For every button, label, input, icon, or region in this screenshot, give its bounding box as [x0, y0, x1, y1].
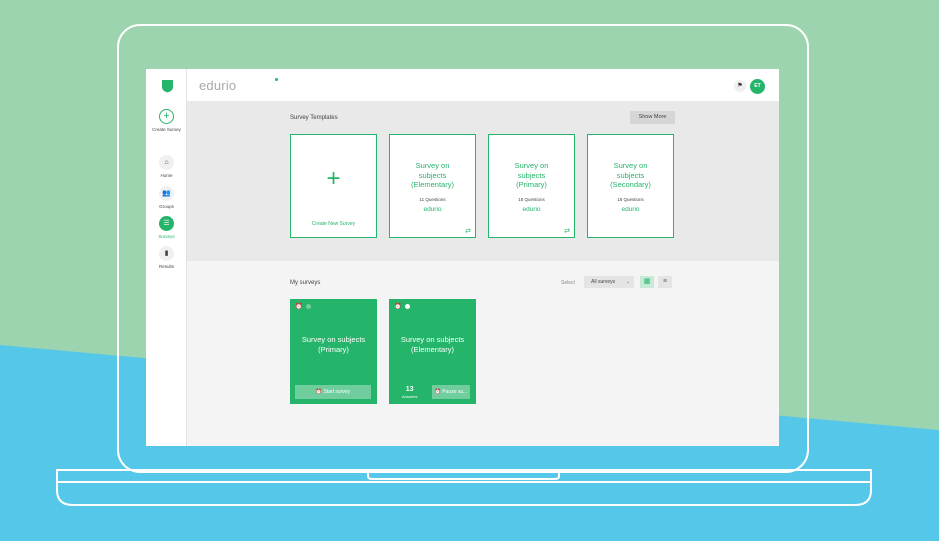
template-brand: edurio	[423, 205, 442, 213]
survey-title: Survey on subjects (Elementary)	[400, 335, 465, 354]
template-brand: edurio	[621, 205, 640, 213]
home-icon: ⌂	[159, 155, 174, 170]
template-card[interactable]: Survey on subjects (Secondary) 18 Questi…	[587, 134, 674, 238]
answers-counter: 13 Answers	[402, 386, 417, 399]
select-value: All surveys	[591, 279, 616, 285]
select-label: Select	[561, 280, 575, 286]
button-label: Pause su...	[442, 389, 468, 395]
template-card[interactable]: Survey on subjects (Elementary) 11 Quest…	[389, 134, 476, 238]
template-title: Survey on subjects (Secondary)	[610, 161, 651, 189]
sidebar-item-surveys[interactable]: ☰ Surveys	[146, 216, 187, 239]
card-status: ⏰	[394, 304, 411, 311]
create-survey-button[interactable]: + Create Survey	[146, 109, 187, 132]
sidebar-item-label: Home	[160, 173, 173, 178]
sidebar-item-results[interactable]: ▮ Results	[146, 246, 187, 269]
sidebar-item-home[interactable]: ⌂ Home	[146, 155, 187, 178]
section-title: Survey Templates	[290, 115, 338, 121]
brand-name: edurio	[199, 78, 237, 93]
surveys-icon: ☰	[159, 216, 174, 231]
sidebar-item-groups[interactable]: 👥 Groups	[146, 186, 187, 209]
question-count: 18 Questions	[518, 196, 545, 202]
question-count: 11 Questions	[419, 196, 446, 202]
survey-card[interactable]: ⏰ Survey on subjects (Elementary) 13 Ans…	[389, 299, 476, 404]
status-dot	[405, 304, 411, 309]
list-view-icon[interactable]: ≡	[658, 276, 672, 288]
top-bar: edurio ⚑ ET	[187, 69, 779, 101]
sidebar-item-label: Surveys	[158, 234, 175, 239]
my-surveys-section: My surveys Select All surveys ⌄ ▦ ≡ ⏰ Su…	[187, 261, 779, 446]
create-new-survey-card[interactable]: + Create New Survey	[290, 134, 377, 238]
swap-icon[interactable]: ⇄	[465, 227, 471, 235]
card-status: ⏰	[295, 304, 312, 311]
avatar[interactable]: ET	[750, 79, 765, 94]
template-title: Survey on subjects (Elementary)	[411, 161, 454, 189]
create-survey-label: Create Survey	[152, 127, 181, 132]
create-new-survey-label: Create New Survey	[311, 221, 356, 227]
question-count: 18 Questions	[617, 196, 644, 202]
grid-view-icon[interactable]: ▦	[640, 276, 654, 288]
status-dot	[306, 304, 312, 309]
survey-filter-select[interactable]: All surveys ⌄	[584, 276, 634, 288]
answers-label: Answers	[402, 394, 418, 399]
edurio-logo[interactable]	[161, 79, 174, 93]
plus-icon: +	[326, 165, 341, 192]
template-title: Survey on subjects (Primary)	[514, 161, 549, 189]
sidebar-item-label: Results	[158, 264, 174, 269]
app-window: + Create Survey ⌂ Home 👥 Groups ☰ Survey…	[146, 69, 779, 446]
template-brand: edurio	[522, 205, 541, 213]
alarm-icon: ⏰	[394, 304, 402, 311]
sidebar: + Create Survey ⌂ Home 👥 Groups ☰ Survey…	[146, 69, 187, 446]
brand-dot	[275, 78, 278, 81]
sidebar-item-label: Groups	[159, 204, 174, 209]
chevron-down-icon: ⌄	[625, 279, 630, 285]
flag-icon[interactable]: ⚑	[734, 80, 746, 92]
swap-icon[interactable]: ⇄	[564, 227, 570, 235]
alarm-icon: ⏰	[295, 304, 303, 311]
survey-templates-section: Survey Templates Show More + Create New …	[187, 101, 779, 261]
survey-card[interactable]: ⏰ Survey on subjects (Primary) ⏰ Start s…	[290, 299, 377, 404]
survey-title: Survey on subjects (Primary)	[301, 335, 366, 354]
button-label: Start survey	[323, 389, 351, 395]
start-survey-button[interactable]: ⏰ Start survey	[295, 385, 371, 399]
answers-count: 13	[405, 386, 414, 393]
groups-icon: 👥	[159, 186, 174, 201]
plus-icon: +	[159, 109, 174, 124]
pause-survey-button[interactable]: ⏰ Pause su...	[432, 385, 470, 399]
template-card[interactable]: Survey on subjects (Primary) 18 Question…	[488, 134, 575, 238]
results-icon: ▮	[159, 246, 174, 261]
show-more-button[interactable]: Show More	[630, 111, 675, 124]
section-title: My surveys	[290, 280, 321, 286]
